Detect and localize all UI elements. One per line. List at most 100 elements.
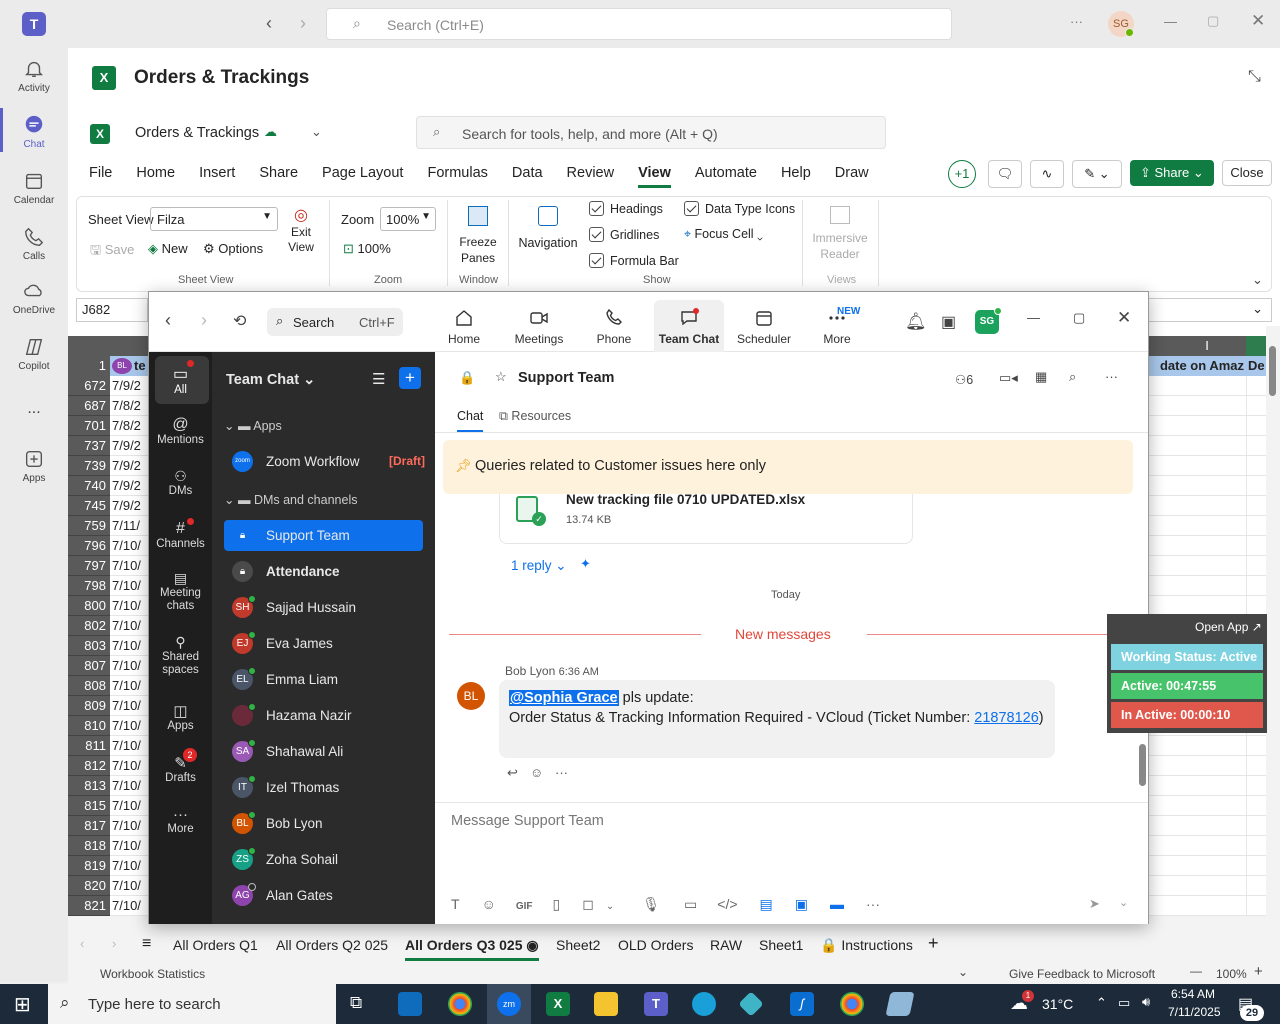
name-box[interactable]: J682: [76, 298, 148, 322]
exit-view-button[interactable]: ◎ Exit View: [286, 208, 316, 255]
row-header[interactable]: 802: [68, 616, 110, 636]
minimize-icon[interactable]: —: [1027, 310, 1040, 325]
date-cell[interactable]: 7/10/: [110, 876, 150, 896]
back-arrow-icon[interactable]: ‹: [165, 310, 171, 331]
more-apps-icon[interactable]: ···: [866, 896, 880, 912]
focus-cell-button[interactable]: ⌖ Focus Cell ⌄: [684, 227, 763, 242]
maximize-icon[interactable]: ▢: [1207, 13, 1219, 29]
back-arrow-icon[interactable]: ‹: [266, 13, 272, 34]
row-header[interactable]: 796: [68, 536, 110, 556]
minimize-icon[interactable]: —: [1164, 14, 1177, 29]
row-header[interactable]: 818: [68, 836, 110, 856]
options-button[interactable]: ⚙ Options: [203, 241, 263, 257]
sheet-tab[interactable]: Sheet2: [556, 937, 600, 953]
chevron-down-icon[interactable]: ⌄: [1119, 896, 1128, 909]
row-header[interactable]: 759: [68, 516, 110, 536]
nav-shared-spaces[interactable]: ⚲ Shared spaces: [149, 635, 212, 677]
close-button[interactable]: Close: [1222, 160, 1272, 186]
nav-meeting-chats[interactable]: ▤ Meeting chats: [149, 571, 212, 613]
sender-avatar[interactable]: BL: [457, 682, 485, 710]
nav-more[interactable]: ··· More: [149, 806, 212, 835]
date-cell[interactable]: 7/10/: [110, 576, 150, 596]
message-bubble[interactable]: @Sophia Grace pls update: Order Status &…: [499, 680, 1055, 758]
file-attachment-card[interactable]: ✓ New tracking file 0710 UPDATED.xlsx 13…: [499, 492, 913, 544]
code-icon[interactable]: </>: [717, 896, 737, 912]
menu-help[interactable]: Help: [781, 165, 811, 181]
ticket-link[interactable]: 21878126: [974, 710, 1039, 726]
date-cell[interactable]: 7/10/: [110, 616, 150, 636]
open-app-link[interactable]: Open App ↗: [1195, 620, 1262, 634]
sheet-tab[interactable]: All Orders Q1: [173, 937, 258, 953]
menu-home[interactable]: Home: [136, 165, 175, 181]
message-composer[interactable]: Message Support Team: [451, 813, 604, 829]
chrome-profile-icon[interactable]: [840, 992, 864, 1016]
row-header[interactable]: 820: [68, 876, 110, 896]
send-icon[interactable]: ➤: [1089, 896, 1100, 912]
channel-item[interactable]: AG Alan Gates: [224, 880, 423, 911]
section-dms-channels[interactable]: ⌄ ▬ DMs and channels: [224, 492, 357, 507]
notes-app-icon[interactable]: ▤: [760, 896, 773, 912]
row-header[interactable]: 740: [68, 476, 110, 496]
sheet-tab[interactable]: Sheet1: [759, 937, 803, 953]
zoom-search-box[interactable]: ⌕ Search Ctrl+F: [267, 308, 403, 336]
edge-icon[interactable]: [692, 992, 716, 1016]
ai-summary-icon[interactable]: ✦: [580, 556, 591, 572]
date-cell[interactable]: 7/9/2: [110, 376, 150, 396]
row-header[interactable]: 798: [68, 576, 110, 596]
row-header[interactable]: 739: [68, 456, 110, 476]
more-actions-icon[interactable]: ···: [555, 765, 568, 780]
new-view-button[interactable]: ◈ New: [148, 241, 188, 257]
zoom-in-icon[interactable]: +: [1254, 963, 1263, 980]
app-s-icon[interactable]: ʃ: [790, 992, 814, 1016]
date-cell[interactable]: 7/9/2: [110, 456, 150, 476]
windows-start-icon[interactable]: ⊞: [14, 992, 31, 1017]
whiteboard-icon[interactable]: ▣: [941, 312, 956, 332]
row-header[interactable]: 807: [68, 656, 110, 676]
whiteboard-app-icon[interactable]: ▬: [830, 896, 844, 912]
tab-team-chat[interactable]: Team Chat: [654, 308, 724, 346]
mention-tag[interactable]: @Sophia Grace: [509, 690, 619, 706]
activity-button[interactable]: ∿: [1030, 160, 1064, 188]
channel-item[interactable]: IT Izel Thomas: [224, 772, 423, 803]
close-icon[interactable]: ✕: [1117, 308, 1131, 328]
sheet-tab-instructions[interactable]: 🔒 Instructions: [820, 937, 913, 954]
reply-icon[interactable]: ↩: [507, 765, 518, 781]
zoom-100-button[interactable]: ⊡ 100%: [343, 241, 391, 257]
channel-item[interactable]: ZS Zoha Sohail: [224, 844, 423, 875]
teams-search-box[interactable]: ⌕ Search (Ctrl+E): [326, 8, 952, 40]
tab-scheduler[interactable]: Scheduler: [729, 308, 799, 346]
date-cell[interactable]: 7/10/: [110, 556, 150, 576]
prev-sheet-icon[interactable]: ‹: [80, 936, 84, 951]
row-header[interactable]: 701: [68, 416, 110, 436]
zoom-app-icon[interactable]: zm: [497, 992, 521, 1016]
menu-insert[interactable]: Insert: [199, 165, 235, 181]
network-icon[interactable]: ▭: [1118, 995, 1130, 1011]
rail-copilot[interactable]: Copilot: [0, 336, 68, 372]
menu-formulas[interactable]: Formulas: [427, 165, 487, 181]
menu-automate[interactable]: Automate: [695, 165, 757, 181]
notifications-icon[interactable]: 🔔︎: [905, 312, 927, 332]
video-call-icon[interactable]: ▭◂: [999, 370, 1018, 386]
immersive-reader-button[interactable]: Immersive Reader: [810, 206, 870, 262]
search-icon[interactable]: ⌕: [1069, 369, 1076, 385]
date-cell[interactable]: 7/10/: [110, 796, 150, 816]
excel-app-icon[interactable]: X: [546, 992, 570, 1016]
row-header[interactable]: 800: [68, 596, 110, 616]
row-header[interactable]: 813: [68, 776, 110, 796]
date-cell[interactable]: 7/10/: [110, 836, 150, 856]
date-cell[interactable]: 7/10/: [110, 856, 150, 876]
row-header[interactable]: 810: [68, 716, 110, 736]
sheet-tab[interactable]: OLD Orders: [618, 937, 693, 953]
menu-draw[interactable]: Draw: [835, 165, 869, 181]
date-cell[interactable]: 7/9/2: [110, 476, 150, 496]
volume-icon[interactable]: 🔊︎: [1142, 994, 1150, 1010]
gif-icon[interactable]: GIF: [516, 901, 533, 912]
freeze-panes-button[interactable]: Freeze Panes: [456, 206, 500, 266]
formula-bar-checkbox[interactable]: Formula Bar: [589, 253, 679, 268]
row-header[interactable]: 815: [68, 796, 110, 816]
nav-apps[interactable]: ◫ Apps: [149, 702, 212, 732]
file-explorer-icon[interactable]: [594, 992, 618, 1016]
date-cell[interactable]: 7/10/: [110, 656, 150, 676]
add-sheet-icon[interactable]: +: [928, 933, 939, 954]
notepad-icon[interactable]: [885, 992, 915, 1016]
